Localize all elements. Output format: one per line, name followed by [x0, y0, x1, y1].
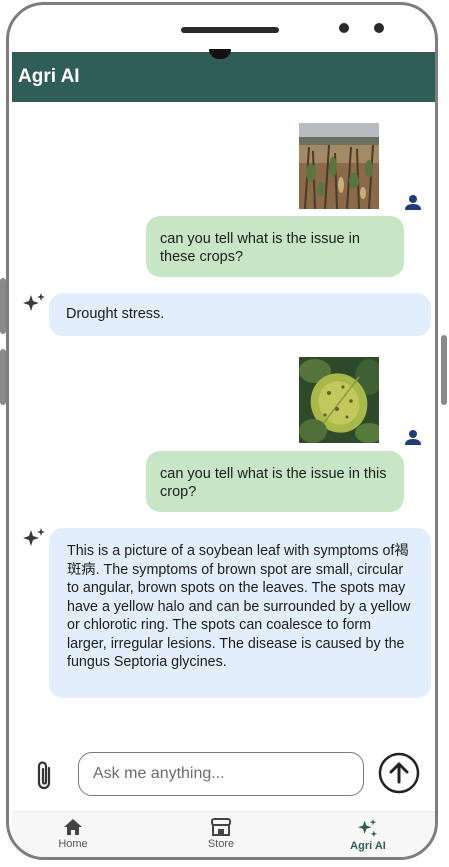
nav-agri-ai[interactable]: Agri AI — [323, 818, 413, 852]
camera-dot — [374, 23, 384, 33]
nav-store[interactable]: Store — [176, 818, 266, 850]
ai-message-text: This is a picture of a soybean leaf with… — [67, 543, 411, 670]
attach-icon[interactable] — [32, 759, 56, 793]
input-bar — [12, 747, 435, 805]
ai-sparkle-icon — [23, 293, 45, 311]
ai-message-bubble: This is a picture of a soybean leaf with… — [49, 528, 431, 698]
dry-crop-field-photo[interactable] — [299, 123, 379, 209]
nav-home[interactable]: Home — [28, 818, 118, 850]
message-input[interactable] — [91, 753, 345, 795]
volume-up-button — [0, 278, 6, 334]
power-button — [441, 335, 447, 405]
user-message-text: can you tell what is the issue in these … — [160, 231, 360, 265]
user-message-bubble: can you tell what is the issue in these … — [146, 216, 404, 277]
ai-message-bubble: Drought stress. — [49, 293, 431, 336]
user-message-bubble: can you tell what is the issue in this c… — [146, 451, 404, 512]
bottom-nav: Home Store Agri AI — [12, 811, 435, 857]
ai-sparkle-icon — [23, 528, 45, 546]
message-input-field[interactable] — [78, 752, 364, 796]
nav-store-label: Store — [207, 838, 235, 850]
phone-frame: Agri AI can you tell what is the issue i… — [6, 2, 438, 860]
ai-message-text: Drought stress. — [66, 306, 165, 322]
user-avatar-icon — [405, 195, 421, 210]
app-title: Agri AI — [18, 66, 80, 87]
send-arrow-icon[interactable] — [378, 752, 420, 794]
home-icon — [64, 819, 82, 835]
sparkle-icon — [358, 818, 378, 838]
sensor-dot — [339, 23, 349, 33]
chat-area[interactable]: can you tell what is the issue in these … — [12, 102, 435, 742]
user-avatar-icon — [405, 430, 421, 445]
user-message-text: can you tell what is the issue in this c… — [160, 466, 387, 500]
nav-home-label: Home — [58, 838, 88, 850]
nav-agri-ai-label: Agri AI — [350, 840, 386, 852]
app-bar: Agri AI — [12, 52, 435, 102]
volume-down-button — [0, 349, 6, 405]
store-icon — [211, 818, 231, 836]
soybean-leaf-photo[interactable] — [299, 357, 379, 443]
speaker-grille — [181, 27, 279, 33]
